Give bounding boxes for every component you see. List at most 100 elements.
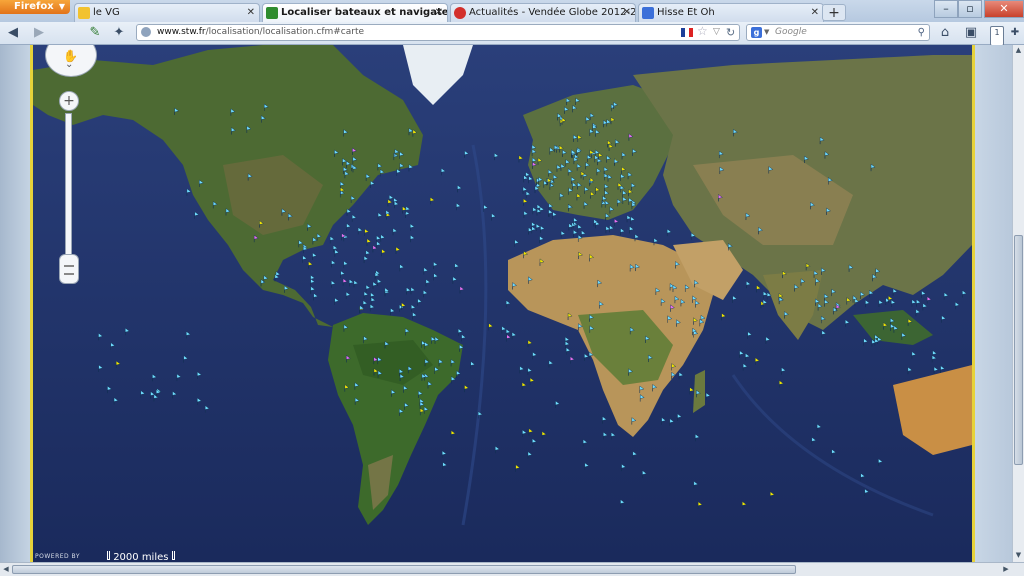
boat-marker-icon[interactable] [302,255,308,263]
boat-marker-icon[interactable] [634,233,640,242]
boat-marker-icon[interactable] [628,133,634,141]
boat-marker-icon[interactable] [589,325,595,333]
boat-marker-icon[interactable] [531,225,537,234]
boat-marker-icon[interactable] [450,359,456,367]
boat-marker-icon[interactable] [312,237,318,245]
boat-marker-icon[interactable] [597,279,603,288]
boat-marker-icon[interactable] [553,174,558,182]
boat-marker-icon[interactable] [459,344,464,352]
boat-marker-icon[interactable] [693,317,698,325]
boat-marker-icon[interactable] [628,368,634,376]
tab-hisse-et-oh[interactable]: Hisse Et Oh ✕ [638,3,824,22]
boat-marker-icon[interactable] [264,103,269,112]
scroll-left-icon[interactable]: ◀ [0,563,12,576]
boat-marker-icon[interactable] [457,184,462,193]
boat-marker-icon[interactable] [518,155,524,163]
boat-marker-icon[interactable] [931,354,937,363]
boat-marker-icon[interactable] [810,201,815,210]
boat-marker-icon[interactable] [377,163,383,171]
boat-marker-icon[interactable] [733,128,738,137]
boat-marker-icon[interactable] [298,239,304,248]
boat-marker-icon[interactable] [565,340,570,349]
boat-marker-icon[interactable] [747,331,753,339]
boat-marker-icon[interactable] [941,315,947,323]
boat-marker-icon[interactable] [661,417,667,425]
boat-marker-icon[interactable] [230,108,236,116]
boat-marker-icon[interactable] [540,225,545,233]
boat-marker-icon[interactable] [632,451,638,459]
boat-marker-icon[interactable] [762,299,768,307]
boat-marker-icon[interactable] [411,304,416,312]
close-tab-icon[interactable]: ✕ [623,4,631,22]
boat-marker-icon[interactable] [670,304,675,312]
boat-marker-icon[interactable] [589,177,595,185]
boat-marker-icon[interactable] [186,188,192,196]
boat-marker-icon[interactable] [848,264,854,272]
boat-marker-icon[interactable] [677,413,682,421]
boat-marker-icon[interactable] [589,314,594,322]
boat-marker-icon[interactable] [399,408,404,416]
forward-button-icon[interactable]: ▶ [30,24,48,42]
boat-marker-icon[interactable] [399,373,405,382]
boat-marker-icon[interactable] [645,335,650,343]
boat-marker-icon[interactable] [672,284,678,293]
boat-marker-icon[interactable] [263,275,269,283]
boat-marker-icon[interactable] [390,307,395,316]
zoom-slider-track[interactable] [65,113,72,258]
boat-marker-icon[interactable] [434,366,440,374]
boat-marker-icon[interactable] [522,429,527,437]
boat-marker-icon[interactable] [408,164,414,172]
boat-marker-icon[interactable] [821,330,827,338]
boat-marker-icon[interactable] [604,190,610,198]
close-tab-icon[interactable]: ✕ [435,4,443,22]
notification-badge[interactable]: 1 [990,26,1004,46]
boat-marker-icon[interactable] [627,171,633,180]
boat-marker-icon[interactable] [611,432,616,440]
boat-marker-icon[interactable] [718,194,723,202]
boat-marker-icon[interactable] [629,326,635,335]
boat-marker-icon[interactable] [573,229,578,238]
boat-marker-icon[interactable] [599,301,604,309]
boat-marker-icon[interactable] [622,190,628,198]
boat-marker-icon[interactable] [907,318,913,326]
boat-marker-icon[interactable] [568,203,573,212]
boat-marker-icon[interactable] [259,220,264,228]
boat-marker-icon[interactable] [495,445,500,454]
maximize-button[interactable]: ▫ [958,0,982,18]
boat-marker-icon[interactable] [346,223,352,231]
boat-marker-icon[interactable] [629,264,635,272]
boat-marker-icon[interactable] [392,227,398,236]
boat-marker-icon[interactable] [911,351,917,359]
boat-marker-icon[interactable] [176,373,182,382]
boat-marker-icon[interactable] [605,200,610,208]
boat-marker-icon[interactable] [515,464,521,472]
boat-marker-icon[interactable] [370,180,375,188]
boat-marker-icon[interactable] [821,267,826,275]
boat-marker-icon[interactable] [648,354,653,363]
boat-marker-icon[interactable] [521,381,527,390]
boat-marker-icon[interactable] [926,296,932,304]
boat-marker-icon[interactable] [312,252,318,260]
boat-marker-icon[interactable] [183,355,189,363]
boat-marker-icon[interactable] [691,232,696,240]
minimize-button[interactable]: – [934,0,958,18]
tab-localiser[interactable]: Localiser bateaux et navigateurs STW ...… [262,3,448,22]
boat-marker-icon[interactable] [528,175,534,184]
boat-marker-icon[interactable] [534,185,540,194]
boat-marker-icon[interactable] [815,278,821,286]
boat-marker-icon[interactable] [380,169,385,177]
boat-marker-icon[interactable] [399,263,405,272]
boat-marker-icon[interactable] [922,303,928,311]
boat-marker-icon[interactable] [901,332,907,340]
boat-marker-icon[interactable] [352,214,357,222]
boat-marker-icon[interactable] [805,262,811,271]
boat-marker-icon[interactable] [247,173,253,181]
boat-marker-icon[interactable] [875,268,881,276]
boat-marker-icon[interactable] [883,322,888,330]
boat-marker-icon[interactable] [556,164,562,172]
boat-marker-icon[interactable] [860,291,865,299]
boat-marker-icon[interactable] [419,401,425,409]
boat-marker-icon[interactable] [539,235,545,244]
boat-marker-icon[interactable] [621,152,627,160]
boat-marker-icon[interactable] [570,356,575,364]
